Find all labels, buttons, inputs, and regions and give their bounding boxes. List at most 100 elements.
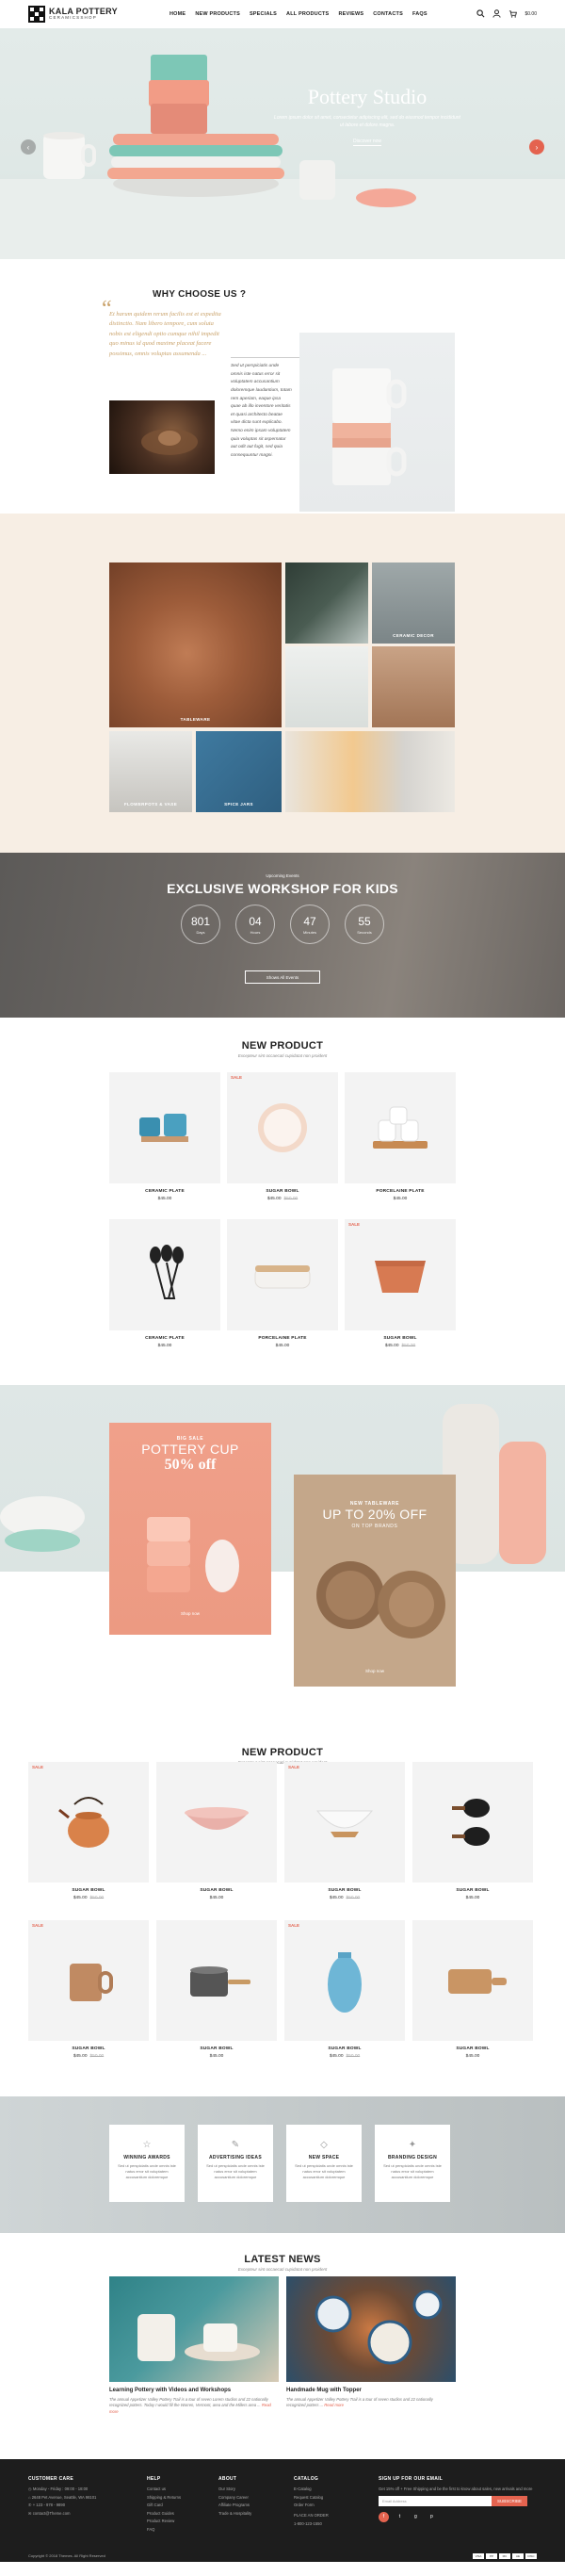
product-card[interactable]: SUGAR BOWL $45.00	[412, 1920, 533, 2071]
product-card[interactable]: SUGAR BOWL $45.00	[412, 1762, 533, 1913]
footer-link[interactable]: Order Form	[294, 2503, 329, 2507]
product-name[interactable]: SUGAR BOWL	[156, 1888, 277, 1893]
product-card[interactable]: SALE SUGAR BOWL $45.00 $50.00	[28, 1920, 149, 2071]
tableware-banner[interactable]: NEW TABLEWARE UP TO 20% OFF ON TOP BRAND…	[294, 1475, 456, 1687]
product-image[interactable]	[227, 1072, 338, 1183]
product-image[interactable]	[284, 1762, 405, 1883]
news-image[interactable]	[109, 2276, 279, 2382]
news-title[interactable]: Handmade Mug with Topper	[286, 2388, 362, 2393]
category-tile-flowerpots[interactable]: FLOWERPOTS & VASE	[109, 731, 192, 812]
subscribe-button[interactable]: SUBSCRIBE	[492, 2495, 528, 2506]
news-title[interactable]: Learning Pottery with Videos and Worksho…	[109, 2388, 231, 2393]
pottery-cup-banner[interactable]: BIG SALE POTTERY CUP 50% off Shop now	[109, 1423, 271, 1635]
category-tile-teapots[interactable]	[285, 646, 368, 727]
hero-text: Lorem ipsum dolor sit amet, consectetur …	[274, 115, 460, 128]
product-name[interactable]: SUGAR BOWL	[412, 1888, 533, 1893]
user-icon[interactable]	[492, 8, 502, 20]
product-name[interactable]: SUGAR BOWL	[28, 1888, 149, 1893]
footer-link[interactable]: E-Catalog	[294, 2486, 329, 2491]
read-more-link[interactable]: Read more	[324, 2403, 344, 2407]
footer-link[interactable]: Our Story	[218, 2486, 251, 2491]
nav-contacts[interactable]: CONTACTS	[373, 11, 403, 17]
product-card[interactable]: SALE SUGAR BOWL $45.00 $50.00	[284, 1762, 405, 1913]
footer-link[interactable]: Shipping & Returns	[147, 2495, 181, 2500]
product-image[interactable]	[156, 1762, 277, 1883]
product-name[interactable]: PORCELAINE PLATE	[227, 1336, 338, 1341]
category-tile-spice-jars[interactable]: SPICE JARS	[196, 731, 282, 812]
product-image[interactable]	[28, 1920, 149, 2041]
search-icon[interactable]	[476, 8, 485, 20]
footer-link[interactable]: FAQ	[147, 2527, 181, 2532]
product-image[interactable]	[284, 1920, 405, 2041]
product-card[interactable]: SALE SUGAR BOWL $45.00 $50.00	[227, 1072, 338, 1214]
nav-new-products[interactable]: NEW PRODUCTS	[195, 11, 240, 17]
email-input[interactable]: Email Address	[379, 2495, 492, 2506]
discover-button[interactable]: Discover now	[352, 139, 381, 146]
product-card[interactable]: PORCELAINE PLATE $45.00	[227, 1219, 338, 1361]
product-card[interactable]: CERAMIC PLATE $45.00	[109, 1072, 220, 1214]
product-card[interactable]: SUGAR BOWL $45.00	[156, 1762, 277, 1913]
footer-link[interactable]: Gift Card	[147, 2503, 181, 2507]
all-events-button[interactable]: Shows All Events	[245, 970, 320, 984]
nav-specials[interactable]: SPECIALS	[250, 11, 277, 17]
product-name[interactable]: CERAMIC PLATE	[109, 1189, 220, 1194]
slider-prev-button[interactable]: ‹	[21, 139, 36, 155]
section-subtitle: Excepteur sint occaecati cupidatat non p…	[237, 1053, 328, 1058]
footer-link[interactable]: Product Guides	[147, 2511, 181, 2516]
product-image[interactable]	[28, 1762, 149, 1883]
product-name[interactable]: SUGAR BOWL	[28, 2046, 149, 2051]
category-tile-ceramic-decor[interactable]: CERAMIC DECOR	[372, 562, 455, 644]
footer-link[interactable]: Company Career	[218, 2495, 251, 2500]
product-card[interactable]: SALE SUGAR BOWL $45.00 $50.00	[345, 1219, 456, 1361]
pinterest-icon[interactable]: p	[427, 2512, 437, 2522]
product-image[interactable]	[345, 1072, 456, 1183]
product-image[interactable]	[109, 1072, 220, 1183]
product-name[interactable]: SUGAR BOWL	[284, 2046, 405, 2051]
product-price: $45.00	[156, 2054, 277, 2059]
product-card[interactable]: SALE SUGAR BOWL $45.00 $50.00	[284, 1920, 405, 2071]
nav-faqs[interactable]: FAQS	[412, 11, 428, 17]
footer-text[interactable]: contact@Theme.com	[33, 2511, 71, 2516]
cart-total[interactable]: $0.00	[525, 11, 537, 17]
category-tile-mugs[interactable]	[285, 731, 455, 812]
nav-reviews[interactable]: REVIEWS	[338, 11, 363, 17]
logo[interactable]: KALA POTTERY CERAMICSSHOP	[28, 6, 141, 23]
category-tile-bowls[interactable]	[372, 646, 455, 727]
product-name[interactable]: SUGAR BOWL	[345, 1336, 456, 1341]
product-image[interactable]	[227, 1219, 338, 1330]
footer-link[interactable]: Request Catalog	[294, 2495, 329, 2500]
product-image[interactable]	[156, 1920, 277, 2041]
product-name[interactable]: CERAMIC PLATE	[109, 1336, 220, 1341]
product-card[interactable]: CERAMIC PLATE $45.00	[109, 1219, 220, 1361]
product-image[interactable]	[412, 1920, 533, 2041]
category-tile-tableware[interactable]: TABLEWARE	[109, 562, 282, 727]
footer-link[interactable]: Product Review	[147, 2519, 181, 2523]
product-card[interactable]: SUGAR BOWL $45.00	[156, 1920, 277, 2071]
google-plus-icon[interactable]: g	[411, 2512, 421, 2522]
product-name[interactable]: SUGAR BOWL	[284, 1888, 405, 1893]
category-tile-pencils[interactable]	[285, 562, 368, 644]
twitter-icon[interactable]: t	[395, 2512, 405, 2522]
product-image[interactable]	[109, 1219, 220, 1330]
product-card[interactable]: SALE SUGAR BOWL $45.00 $50.00	[28, 1762, 149, 1913]
shop-now-link[interactable]: Shop now	[294, 1669, 456, 1673]
email[interactable]: ✉ contact@Theme.com	[28, 2511, 96, 2516]
footer-link[interactable]: Contact us	[147, 2486, 181, 2491]
sale-badge: SALE	[32, 1923, 44, 1928]
product-image[interactable]	[345, 1219, 456, 1330]
footer-link[interactable]: Affiliate Programs	[218, 2503, 251, 2507]
news-image[interactable]	[286, 2276, 456, 2382]
nav-all-products[interactable]: ALL PRODUCTS	[286, 11, 329, 17]
nav-home[interactable]: HOME	[170, 11, 186, 17]
product-card[interactable]: PORCELAINE PLATE $45.00	[345, 1072, 456, 1214]
footer-link[interactable]: Trade & Hospitality	[218, 2511, 251, 2516]
cart-icon[interactable]	[508, 9, 518, 20]
facebook-icon[interactable]: f	[379, 2511, 389, 2522]
slider-next-button[interactable]: ›	[529, 139, 544, 155]
product-name[interactable]: SUGAR BOWL	[156, 2046, 277, 2051]
product-image[interactable]	[412, 1762, 533, 1883]
shop-now-link[interactable]: Shop now	[109, 1611, 271, 1616]
product-name[interactable]: SUGAR BOWL	[412, 2046, 533, 2051]
product-name[interactable]: PORCELAINE PLATE	[345, 1189, 456, 1194]
product-name[interactable]: SUGAR BOWL	[227, 1189, 338, 1194]
